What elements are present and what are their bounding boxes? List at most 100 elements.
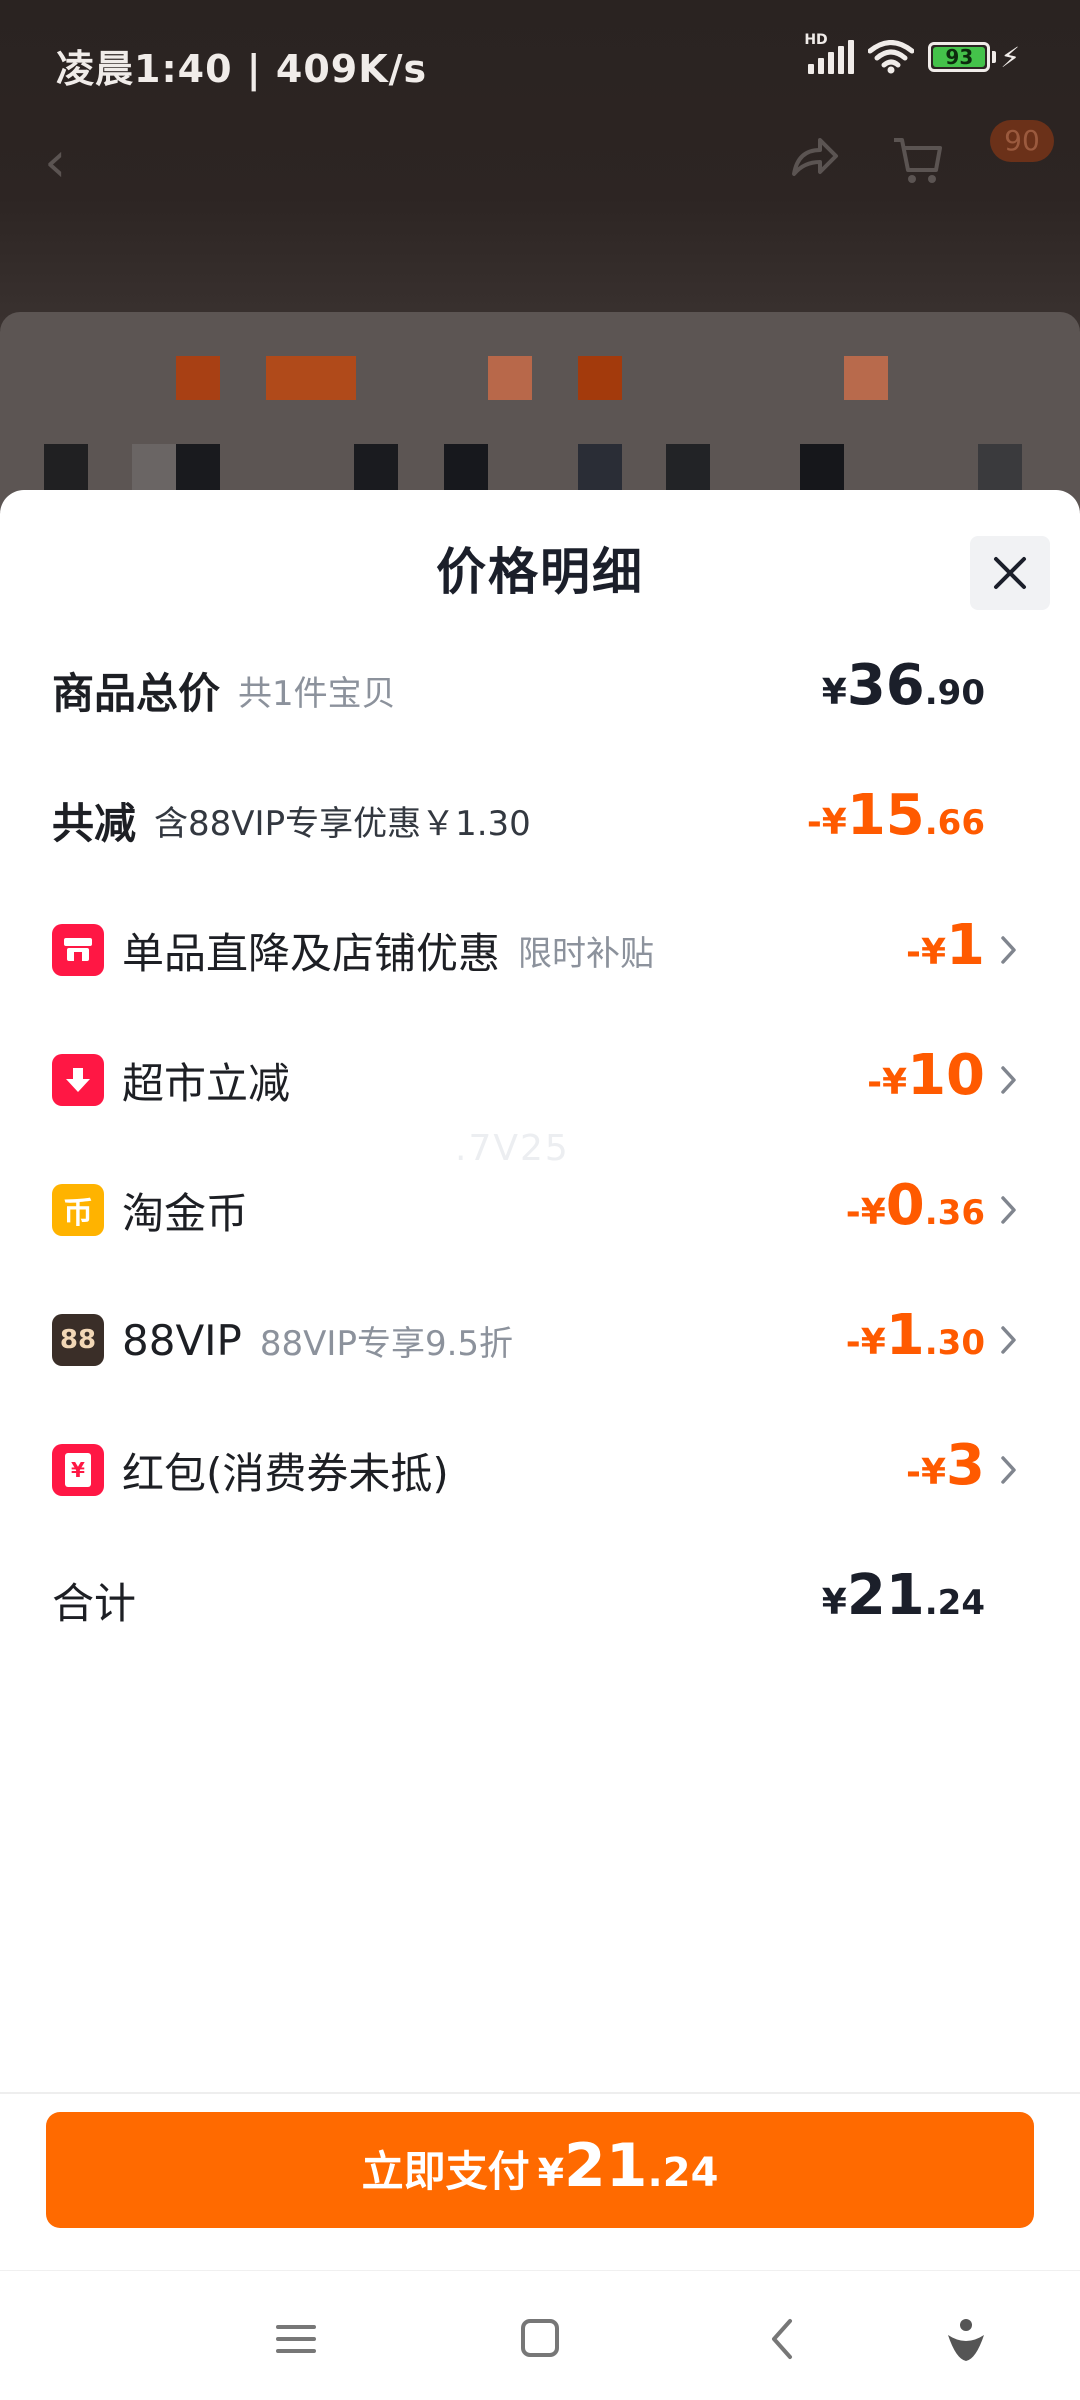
network-speed: 409K/s	[275, 47, 428, 91]
charging-icon: ⚡	[1000, 40, 1020, 74]
row-red-packet[interactable]: ¥ 红包(消费券未抵) -¥ 3	[0, 1430, 1080, 1510]
coin-icon-text: 币	[63, 1196, 93, 1231]
pay-integer: 21	[564, 2131, 648, 2201]
row-label-group: 币 淘金币	[52, 1170, 248, 1250]
row-sub: 88VIP专享9.5折	[259, 1323, 514, 1364]
amount-currency: -¥	[867, 1062, 908, 1103]
row-label: 合计	[52, 1578, 137, 1628]
system-nav-bar	[0, 2270, 1080, 2400]
hd-label: HD	[804, 32, 828, 48]
row-label-group: 88 88VIP 88VIP专享9.5折	[52, 1300, 513, 1380]
row-label: 共减	[52, 798, 137, 848]
clock: 凌晨1:40	[56, 47, 233, 91]
row-total-discount: 共减 含88VIP专享优惠￥1.30 -¥ 15.66	[0, 780, 1080, 860]
pay-decimal: .24	[647, 2150, 719, 2196]
amount-integer: 3	[946, 1433, 985, 1498]
row-label: 88VIP	[122, 1315, 242, 1365]
red-packet-icon: ¥	[52, 1444, 104, 1496]
amount-decimal: .66	[924, 803, 985, 843]
row-sub: 共1件宝贝	[238, 673, 396, 714]
status-bar: 凌晨1:40 | 409K/s HD 93 ⚡	[0, 0, 1080, 96]
close-icon[interactable]	[990, 553, 1030, 593]
row-amount: -¥ 1.30	[846, 1300, 985, 1380]
amount-integer: 21	[846, 1563, 925, 1628]
amount-integer: 10	[907, 1043, 985, 1108]
background-nav-bar: ‹ 90	[0, 110, 1080, 210]
wifi-icon	[868, 40, 915, 74]
row-sub: 限时补贴	[518, 933, 655, 974]
pay-now-button[interactable]: 立即支付 ¥21.24	[46, 2112, 1034, 2228]
row-88vip[interactable]: 88 88VIP 88VIP专享9.5折 -¥ 1.30	[0, 1300, 1080, 1380]
amount-integer: 36	[846, 653, 925, 718]
battery-icon: 93 ⚡	[928, 41, 1020, 74]
coin-icon: 币	[52, 1184, 104, 1236]
row-label: 超市立减	[122, 1058, 291, 1108]
amount-integer: 1	[885, 1303, 925, 1368]
assistant-icon[interactable]	[936, 2311, 996, 2367]
amount-integer: 0	[885, 1173, 925, 1238]
amount-currency: -¥	[906, 1452, 947, 1493]
vip88-icon: 88	[52, 1314, 104, 1366]
down-arrow-icon	[52, 1054, 104, 1106]
close-button[interactable]	[970, 536, 1050, 610]
amount-currency: -¥	[906, 932, 947, 973]
row-amount: -¥ 10	[867, 1040, 985, 1120]
row-label: 单品直降及店铺优惠	[122, 928, 501, 978]
cart-icon[interactable]	[890, 132, 946, 188]
row-label: 淘金币	[122, 1188, 249, 1238]
share-icon[interactable]	[786, 130, 842, 186]
row-label-group: 共减 含88VIP专享优惠￥1.30	[52, 780, 531, 860]
chevron-right-icon[interactable]	[998, 1452, 1020, 1488]
row-label-group: 合计	[52, 1560, 136, 1640]
row-sub: 含88VIP专享优惠￥1.30	[154, 803, 531, 844]
pay-currency: ¥	[537, 2151, 565, 2195]
chevron-right-icon[interactable]	[998, 1322, 1020, 1358]
shop-icon	[52, 924, 104, 976]
red-packet-icon-text: ¥	[65, 1453, 91, 1487]
row-label: 商品总价	[52, 668, 221, 718]
amount-currency: -¥	[806, 802, 847, 843]
status-separator: |	[246, 47, 262, 91]
amount-currency: -¥	[845, 1322, 886, 1363]
row-supermarket-discount[interactable]: 超市立减 -¥ 10	[0, 1040, 1080, 1120]
amount-integer: 15	[846, 783, 925, 848]
row-amount: ¥21.24	[822, 1560, 985, 1640]
cart-badge: 90	[990, 120, 1054, 162]
chevron-right-icon[interactable]	[998, 1062, 1020, 1098]
amount-decimal: .30	[924, 1323, 985, 1363]
amount-currency: -¥	[845, 1192, 886, 1233]
chevron-right-icon[interactable]	[998, 1192, 1020, 1228]
amount-integer: 1	[946, 913, 985, 978]
amount-currency: ¥	[821, 1582, 847, 1623]
watermark: .7V25	[455, 1128, 570, 1169]
row-label-group: ¥ 红包(消费券未抵)	[52, 1430, 449, 1510]
row-amount: -¥ 0.36	[846, 1170, 985, 1250]
back-nav-icon[interactable]	[754, 2311, 814, 2367]
menu-icon[interactable]	[266, 2311, 326, 2367]
row-label-group: 单品直降及店铺优惠 限时补贴	[52, 910, 654, 990]
status-time: 凌晨1:40 | 409K/s	[56, 38, 427, 93]
status-icons: HD 93 ⚡	[804, 32, 1020, 74]
row-shop-discount[interactable]: 单品直降及店铺优惠 限时补贴 -¥ 1	[0, 910, 1080, 990]
chevron-right-icon[interactable]	[998, 932, 1020, 968]
row-taojinbi[interactable]: 币 淘金币 -¥ 0.36	[0, 1170, 1080, 1250]
amount-decimal: .24	[924, 1583, 985, 1623]
home-icon[interactable]	[510, 2311, 570, 2367]
row-grand-total: 合计 ¥21.24	[0, 1560, 1080, 1640]
amount-decimal: .36	[924, 1193, 985, 1233]
signal-icon: HD	[804, 32, 855, 74]
amount-currency: ¥	[821, 672, 847, 713]
pay-label: 立即支付	[361, 2147, 530, 2196]
background-product-card	[0, 312, 1080, 512]
row-amount: ¥36.90	[822, 650, 985, 730]
row-amount: -¥ 3	[906, 1430, 985, 1510]
price-detail-sheet: 价格明细 商品总价 共1件宝贝 ¥36.90 共减 含88VIP专享优惠￥1.3…	[0, 490, 1080, 2270]
sheet-title: 价格明细	[436, 543, 644, 601]
row-label-group: 超市立减	[52, 1040, 290, 1120]
battery-level: 93	[933, 47, 986, 68]
back-icon[interactable]: ‹	[44, 130, 66, 195]
row-amount: -¥ 15.66	[807, 780, 985, 860]
row-amount: -¥ 1	[906, 910, 985, 990]
row-goods-total: 商品总价 共1件宝贝 ¥36.90	[0, 650, 1080, 730]
row-label: 红包(消费券未抵)	[122, 1448, 449, 1498]
